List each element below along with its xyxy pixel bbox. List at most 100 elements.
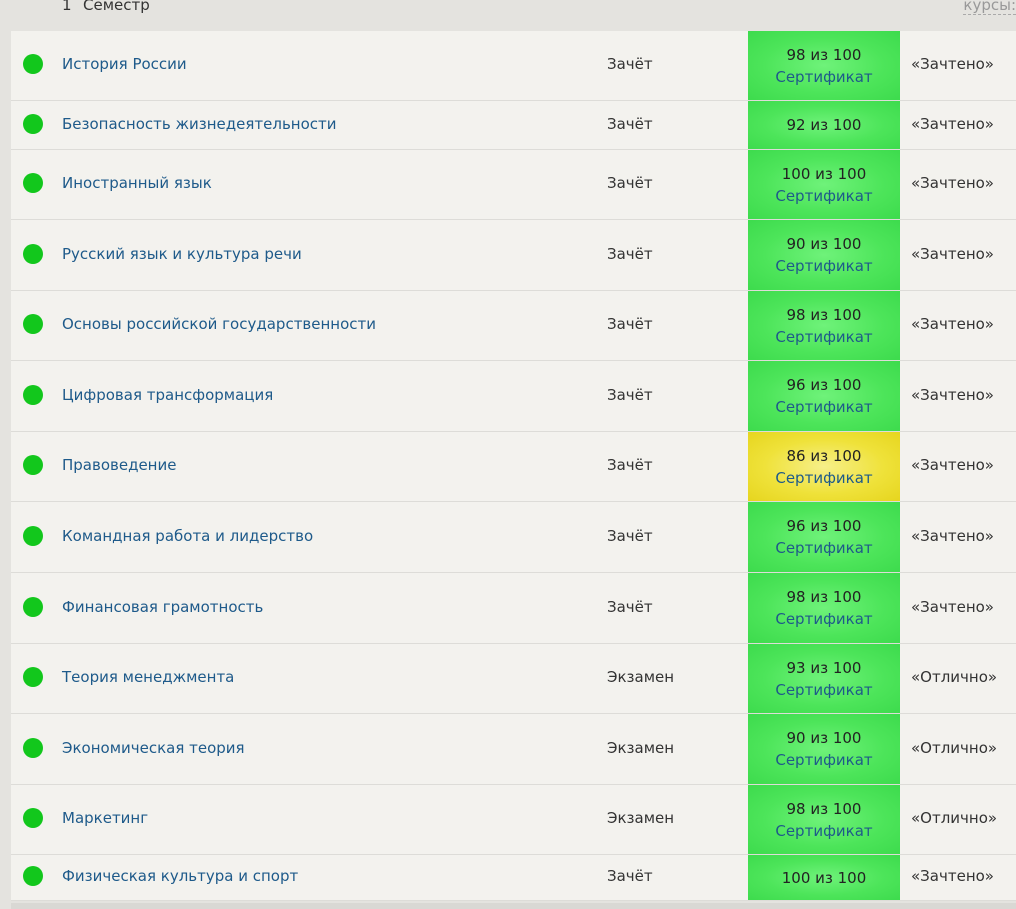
score-cell: 98 из 100 Сертификат (748, 785, 900, 854)
status-dot-icon (23, 173, 43, 193)
course-name-link[interactable]: Безопасность жизнедеятельности (62, 115, 337, 133)
score-value: 98 из 100 (786, 305, 862, 324)
certificate-link[interactable]: Сертификат (775, 66, 872, 88)
status-dot-icon (23, 808, 43, 828)
control-type: Экзамен (607, 738, 675, 757)
final-grade: «Отлично» (911, 668, 998, 686)
score-cell: 92 из 100 (748, 101, 900, 149)
courses-link[interactable]: курсы: (963, 0, 1016, 15)
final-grade: «Зачтено» (911, 55, 994, 73)
score-value: 93 из 100 (786, 658, 862, 677)
final-grade: «Зачтено» (911, 244, 994, 263)
certificate-link[interactable]: Сертификат (775, 326, 872, 348)
status-dot-icon (23, 525, 43, 546)
score-value: 100 из 100 (781, 868, 867, 887)
table-row: Цифровая трансформация Зачёт 96 из 100 Серт… (11, 361, 1016, 432)
table-row: Маркетинг Экзамен 98 из 100 Сертификат «Отли… (11, 785, 1016, 855)
score-value: 90 из 100 (786, 729, 862, 747)
score-value: 96 из 100 (786, 376, 862, 394)
score-cell: 90 из 100 Сертификат (748, 714, 900, 784)
semester-header: 1 Семестр курсы: (0, 0, 1016, 30)
course-name-link[interactable]: Финансовая грамотность (62, 598, 263, 616)
control-type: Зачёт (607, 174, 653, 192)
final-grade: «Зачтено» (911, 526, 994, 545)
course-name-link[interactable]: Иностранный язык (62, 174, 212, 192)
final-grade: «Зачтено» (911, 867, 994, 885)
table-row: История России Зачёт 98 из 100 Сертификат «З… (11, 31, 1016, 101)
page: 1 Семестр курсы: История России Зачёт 98 и… (0, 0, 1016, 909)
grades-table: История России Зачёт 98 из 100 Сертификат «З… (11, 31, 1016, 901)
score-cell: 98 из 100 Сертификат (748, 573, 900, 643)
course-name-link[interactable]: Русский язык и культура речи (62, 245, 302, 263)
final-grade: «Отлично» (911, 738, 998, 757)
score-value: 98 из 100 (786, 799, 862, 818)
score-cell: 96 из 100 Сертификат (748, 502, 900, 572)
score-value: 92 из 100 (786, 116, 862, 134)
course-name-link[interactable]: Маркетинг (62, 809, 148, 827)
score-value: 100 из 100 (781, 164, 867, 183)
course-name-link[interactable]: Основы российской государственности (62, 315, 376, 333)
course-name-link[interactable]: Правоведение (62, 456, 176, 474)
certificate-link[interactable]: Сертификат (775, 255, 872, 277)
status-dot-icon (23, 866, 43, 886)
score-cell: 90 из 100 Сертификат (748, 220, 900, 290)
score-cell: 98 из 100 Сертификат (748, 291, 900, 360)
table-row: Русский язык и культура речи Зачёт 90 из 1… (11, 220, 1016, 291)
score-cell: 98 из 100 Сертификат (748, 31, 900, 100)
course-name-link[interactable]: Цифровая трансформация (62, 386, 273, 404)
certificate-link[interactable]: Сертификат (775, 185, 872, 207)
certificate-link[interactable]: Сертификат (775, 537, 872, 559)
final-grade: «Зачтено» (911, 456, 994, 474)
table-row: Безопасность жизнедеятельности Зачёт 92 из… (11, 101, 1016, 150)
status-dot-icon (23, 54, 43, 74)
table-row: Командная работа и лидерство Зачёт 96 из 1… (11, 502, 1016, 573)
certificate-link[interactable]: Сертификат (775, 820, 872, 842)
score-value: 86 из 100 (786, 446, 862, 465)
table-row: Основы российской государственности Зачёт… (11, 291, 1016, 361)
certificate-link[interactable]: Сертификат (775, 749, 872, 771)
control-type: Зачёт (607, 114, 653, 133)
final-grade: «Зачтено» (911, 174, 994, 192)
certificate-link[interactable]: Сертификат (775, 467, 872, 489)
certificate-link[interactable]: Сертификат (775, 679, 872, 701)
course-name-link[interactable]: Экономическая теория (62, 739, 245, 757)
course-name-link[interactable]: Командная работа и лидерство (62, 527, 313, 545)
certificate-link[interactable]: Сертификат (775, 608, 872, 630)
table-row: Правоведение Зачёт 86 из 100 Сертификат «Зач… (11, 432, 1016, 502)
table-row: Физическая культура и спорт Зачёт 100 из 1… (11, 855, 1016, 901)
control-type: Зачёт (607, 315, 653, 333)
course-name-link[interactable]: Теория менеджмента (62, 668, 234, 686)
semester-label: Семестр (83, 0, 150, 14)
score-cell: 86 из 100 Сертификат (748, 432, 900, 501)
control-type: Зачёт (607, 244, 653, 263)
final-grade: «Отлично» (911, 809, 998, 827)
score-value: 98 из 100 (786, 45, 862, 64)
table-bottom-border (11, 903, 1016, 909)
course-name-link[interactable]: Физическая культура и спорт (62, 867, 298, 885)
score-cell: 100 из 100 Сертификат (748, 150, 900, 219)
course-name-link[interactable]: История России (62, 55, 187, 73)
control-type: Экзамен (607, 809, 675, 827)
status-dot-icon (23, 243, 43, 264)
table-row: Финансовая грамотность Зачёт 98 из 100 Серт… (11, 573, 1016, 644)
table-row: Теория менеджмента Экзамен 93 из 100 Сертиф… (11, 644, 1016, 714)
final-grade: «Зачтено» (911, 114, 994, 133)
score-cell: 100 из 100 (748, 855, 900, 900)
score-value: 96 из 100 (786, 517, 862, 535)
control-type: Зачёт (607, 385, 653, 404)
control-type: Зачёт (607, 597, 653, 616)
score-value: 98 из 100 (786, 588, 862, 606)
certificate-link[interactable]: Сертификат (775, 396, 872, 418)
semester-number: 1 (62, 0, 72, 14)
status-dot-icon (23, 314, 43, 334)
final-grade: «Зачтено» (911, 385, 994, 404)
status-dot-icon (23, 596, 43, 617)
control-type: Экзамен (607, 668, 675, 686)
final-grade: «Зачтено» (911, 315, 994, 333)
table-row: Иностранный язык Зачёт 100 из 100 Сертифика… (11, 150, 1016, 220)
control-type: Зачёт (607, 456, 653, 474)
score-cell: 96 из 100 Сертификат (748, 361, 900, 431)
control-type: Зачёт (607, 867, 653, 885)
score-cell: 93 из 100 Сертификат (748, 644, 900, 713)
status-dot-icon (23, 667, 43, 687)
